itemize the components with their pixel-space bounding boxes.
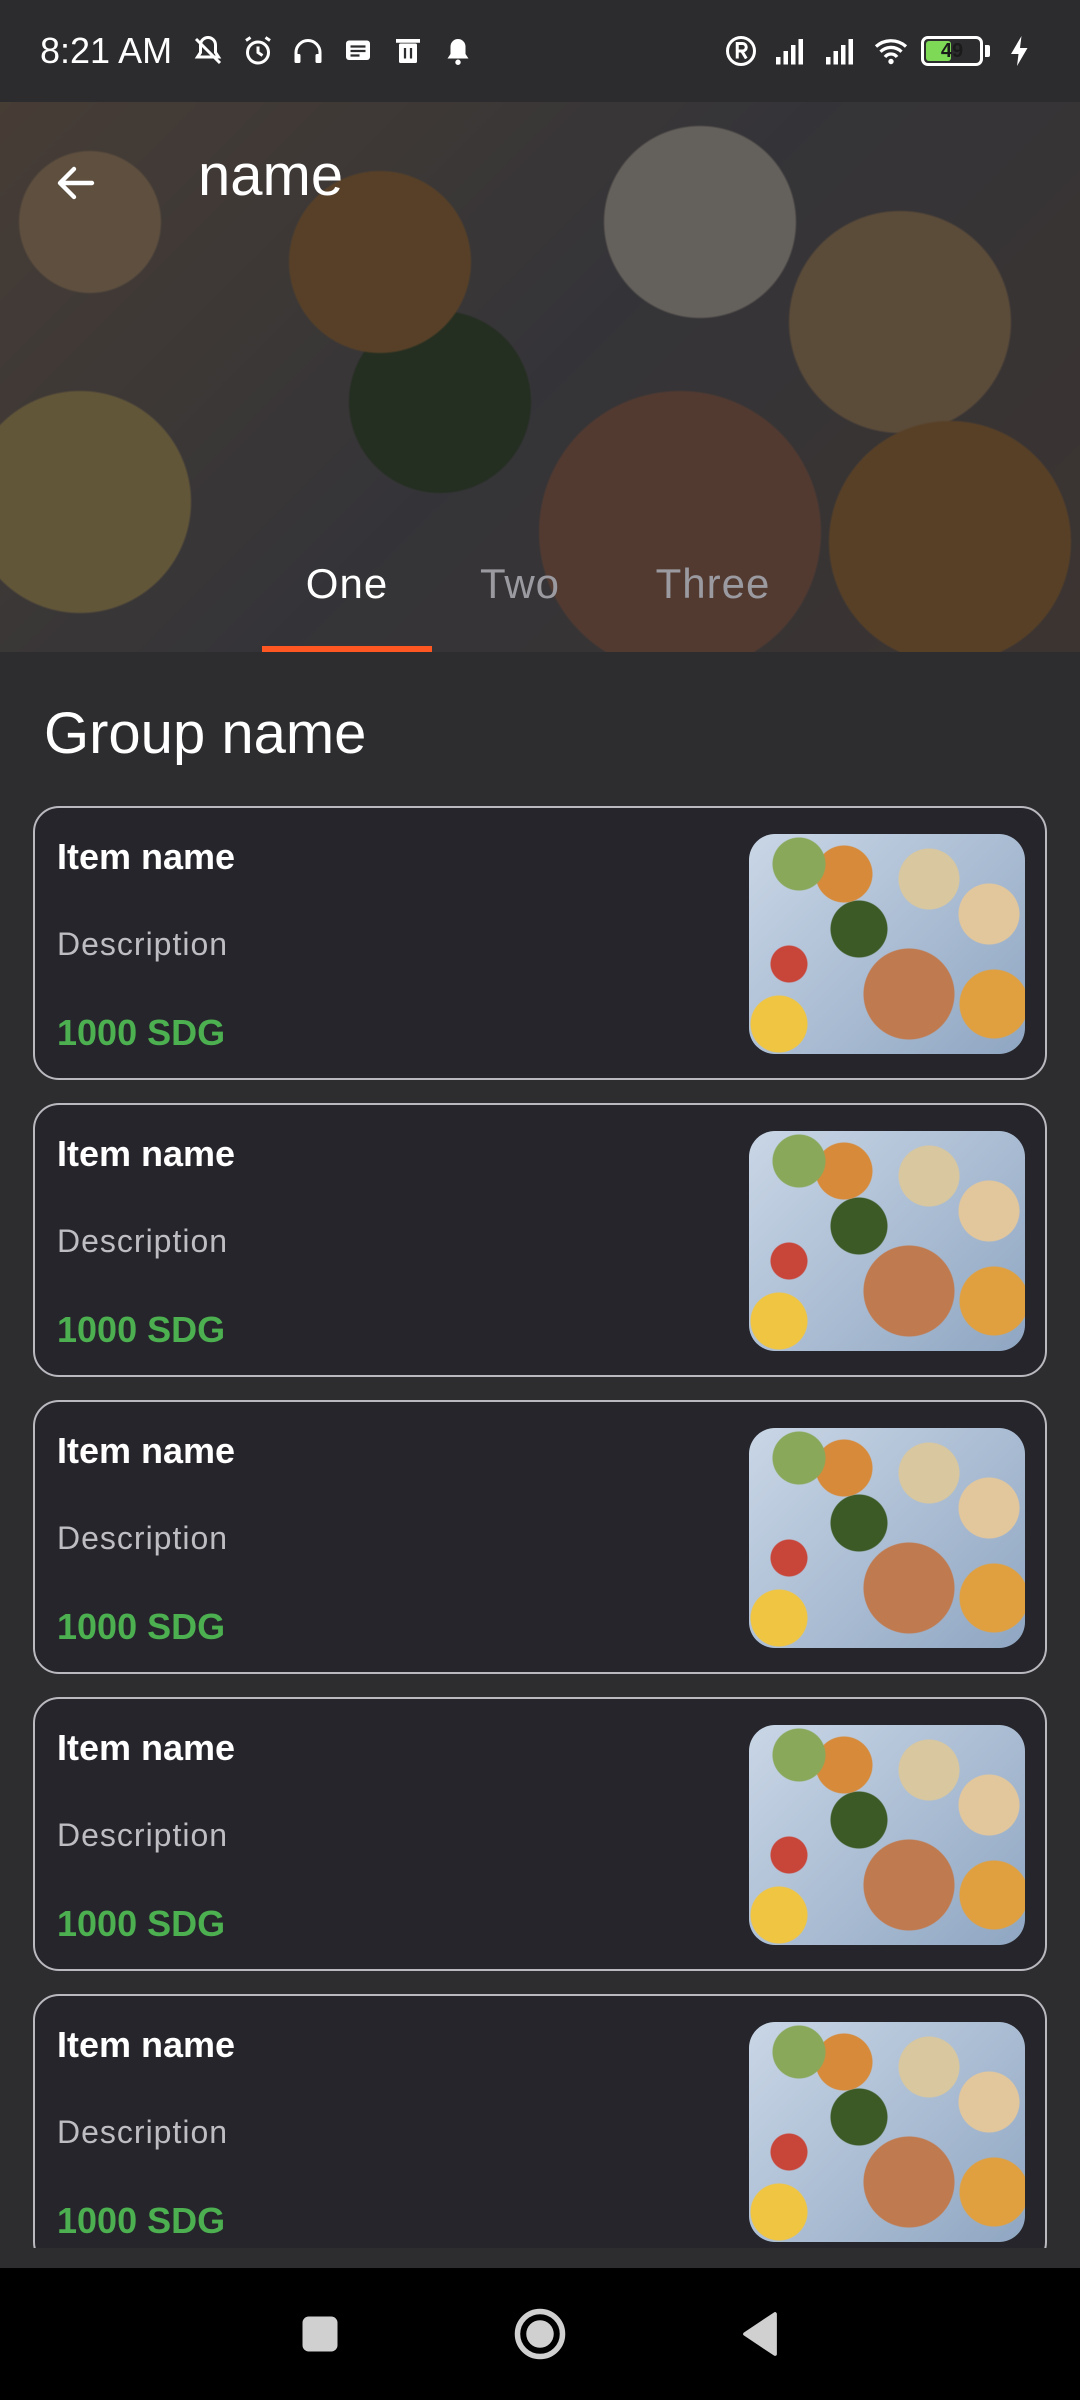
item-name: Item name	[57, 1430, 236, 1471]
charging-icon	[1000, 31, 1040, 71]
tab-label: One	[305, 560, 389, 607]
tab-two[interactable]: Two	[432, 542, 608, 652]
registered-icon	[721, 31, 761, 71]
item-image	[749, 2022, 1025, 2242]
menu-item-card[interactable]: Item name Description 1000 SDG	[33, 1994, 1047, 2248]
tab-label: Three	[655, 560, 771, 607]
menu-item-card[interactable]: Item name Description 1000 SDG	[33, 1103, 1047, 1377]
tab-one[interactable]: One	[262, 542, 432, 652]
item-name: Item name	[57, 2024, 236, 2065]
status-right: 49	[721, 31, 1040, 71]
item-price: 1000 SDG	[57, 1309, 226, 1350]
back-triangle-icon	[743, 2312, 777, 2356]
signal-icon	[771, 31, 811, 71]
item-name: Item name	[57, 836, 236, 877]
notification-bell-icon	[438, 31, 478, 71]
tab-three[interactable]: Three	[608, 542, 818, 652]
item-image	[749, 834, 1025, 1054]
item-description: Description	[57, 1520, 229, 1556]
item-description: Description	[57, 2114, 229, 2150]
headphones-icon	[288, 31, 328, 71]
item-price: 1000 SDG	[57, 1012, 226, 1053]
battery-level: 49	[940, 39, 964, 62]
menu-item-card[interactable]: Item name Description 1000 SDG	[33, 806, 1047, 1080]
item-price: 1000 SDG	[57, 1903, 226, 1944]
menu-item-card[interactable]: Item name Description 1000 SDG	[33, 1697, 1047, 1971]
item-list: Item name Description 1000 SDG Item name…	[33, 806, 1047, 2248]
wifi-icon	[871, 31, 911, 71]
item-name: Item name	[57, 1133, 236, 1174]
tab-bar: One Two Three	[262, 542, 818, 652]
menu-content[interactable]: Group name Item name Description 1000 SD…	[0, 652, 1080, 2248]
item-price: 1000 SDG	[57, 2200, 226, 2241]
recents-square-icon	[302, 2316, 338, 2352]
tab-label: Two	[479, 560, 561, 607]
menu-item-card[interactable]: Item name Description 1000 SDG	[33, 1400, 1047, 1674]
alarm-icon	[238, 31, 278, 71]
status-bar: 8:21 AM 49	[0, 0, 1080, 102]
recents-button[interactable]	[285, 2299, 355, 2369]
item-image	[749, 1428, 1025, 1648]
home-circle-icon	[514, 2308, 566, 2360]
system-nav-bar	[0, 2268, 1080, 2400]
header: name One Two Three	[0, 102, 1080, 652]
item-price: 1000 SDG	[57, 1606, 226, 1647]
muted-bell-icon	[188, 31, 228, 71]
battery-icon: 49	[921, 36, 990, 66]
group-title: Group name	[44, 701, 367, 766]
nav-back-button[interactable]	[725, 2299, 795, 2369]
arrow-left-icon	[57, 166, 95, 200]
signal-icon	[821, 31, 861, 71]
back-button[interactable]	[40, 147, 112, 219]
message-icon	[338, 31, 378, 71]
home-button[interactable]	[505, 2299, 575, 2369]
item-image	[749, 1131, 1025, 1351]
item-image	[749, 1725, 1025, 1945]
item-description: Description	[57, 1223, 229, 1259]
status-left: 8:21 AM	[40, 30, 478, 72]
item-name: Item name	[57, 1727, 236, 1768]
status-time: 8:21 AM	[40, 30, 173, 71]
page-title: name	[198, 143, 344, 208]
trash-icon	[388, 31, 428, 71]
item-description: Description	[57, 926, 229, 962]
item-description: Description	[57, 1817, 229, 1853]
